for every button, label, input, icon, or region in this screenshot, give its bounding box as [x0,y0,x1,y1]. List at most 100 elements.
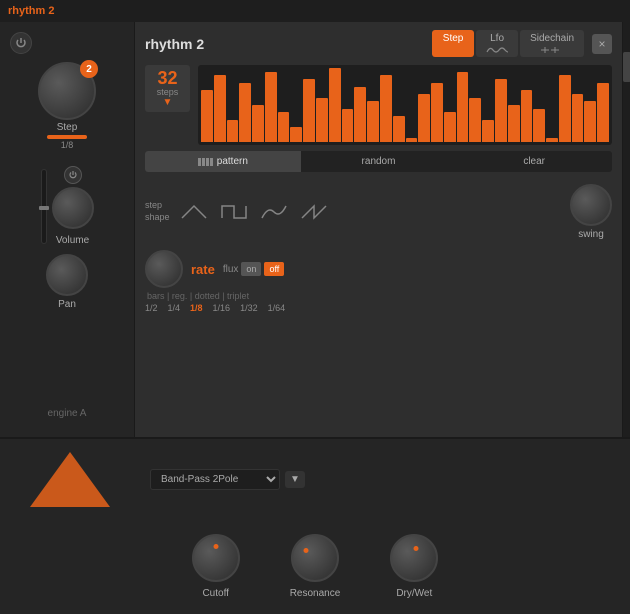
pan-knob[interactable] [46,254,88,296]
drywet-group: Dry/Wet [390,534,438,599]
pan-label: Pan [58,299,76,310]
resonance-group: Resonance [290,534,341,599]
rate-value-1-4[interactable]: 1/4 [168,303,181,313]
cutoff-group: Cutoff [192,534,240,599]
flux-on-button[interactable]: on [241,262,261,276]
filter-select[interactable]: Band-Pass 2Pole [150,469,280,490]
bar-14[interactable] [380,75,392,142]
rate-value-1-32[interactable]: 1/32 [240,303,258,313]
bar-22[interactable] [482,120,494,142]
rhythm-header: rhythm 2 Step Lfo Sidechain [135,22,622,65]
swing-knob-container: swing [570,184,612,240]
bar-28[interactable] [559,75,571,142]
app-title: rhythm 2 [8,5,54,17]
slider-thumb[interactable] [39,206,49,210]
bar-21[interactable] [469,98,481,142]
bar-7[interactable] [290,127,302,142]
bar-0[interactable] [201,90,213,142]
bar-8[interactable] [303,79,315,142]
bar-20[interactable] [457,72,469,142]
bar-13[interactable] [367,101,379,142]
close-button[interactable]: × [592,34,612,54]
bottom-controls: Cutoff Resonance Dry/Wet [0,519,630,614]
tab-step[interactable]: Step [432,30,474,57]
step-tab-bar [442,46,464,50]
pattern-controls: pattern random clear [145,151,612,172]
bar-31[interactable] [597,83,609,142]
rate-label: rate [191,262,215,277]
bar-12[interactable] [354,87,366,143]
bar-10[interactable] [329,68,341,142]
bar-25[interactable] [521,90,533,142]
bottom-section: Band-Pass 2Pole ▼ Cutoff Resonance Dry/W… [0,437,630,614]
bar-23[interactable] [495,79,507,142]
tab-sidechain[interactable]: Sidechain [520,30,584,57]
rate-knob[interactable] [145,250,183,288]
step-knob[interactable]: 2 [38,62,96,120]
bar-29[interactable] [572,94,584,142]
steps-arrows[interactable]: ▼ [163,97,173,108]
drywet-knob[interactable] [390,534,438,582]
bottom-curve-area: Band-Pass 2Pole ▼ [0,439,630,519]
bar-30[interactable] [584,101,596,142]
rate-value-1-2[interactable]: 1/2 [145,303,158,313]
bar-3[interactable] [239,83,251,142]
filter-arrow-button[interactable]: ▼ [285,471,305,488]
bar-6[interactable] [278,112,290,142]
tab-lfo[interactable]: Lfo [476,30,518,57]
pattern-icon [198,158,213,166]
shape-sawtooth-button[interactable] [298,202,330,222]
step-bar [47,135,87,139]
cutoff-knob-dot [213,544,218,549]
scroll-bar-right[interactable] [622,22,630,437]
swing-knob[interactable] [570,184,612,226]
waveform-display [20,447,120,512]
resonance-knob[interactable] [291,534,339,582]
bar-18[interactable] [431,83,443,142]
pattern-button[interactable]: pattern [145,151,301,172]
bar-4[interactable] [252,105,264,142]
random-button[interactable]: random [301,151,457,172]
rate-value-1-8[interactable]: 1/8 [190,303,203,313]
bars-grid[interactable] [198,65,612,145]
rate-value-1-16[interactable]: 1/16 [213,303,231,313]
bar-24[interactable] [508,105,520,142]
step-shape-row: step shape [135,178,622,246]
bar-11[interactable] [342,109,354,142]
bar-15[interactable] [393,116,405,142]
bar-19[interactable] [444,112,456,142]
bar-5[interactable] [265,72,277,142]
clear-button[interactable]: clear [456,151,612,172]
left-sidebar: 2 Step 1/8 Volume Pan [0,22,135,437]
volume-knob[interactable] [52,187,94,229]
shape-sine-button[interactable] [258,202,290,222]
bar-2[interactable] [227,120,239,142]
shape-square-button[interactable] [218,202,250,222]
sidebar-volume-row: Volume [41,166,94,246]
step-sub: 1/8 [61,140,74,150]
tab-sidechain-label: Sidechain [530,33,574,44]
step-shape-label: step shape [145,200,170,223]
knob-badge: 2 [80,60,98,78]
bar-17[interactable] [418,94,430,142]
volume-power-button[interactable] [64,166,82,184]
bar-26[interactable] [533,109,545,142]
bar-9[interactable] [316,98,328,142]
drywet-knob-dot [414,546,419,551]
bar-27[interactable] [546,138,558,142]
power-button[interactable] [10,32,32,54]
flux-off-button[interactable]: off [264,262,284,276]
rate-value-1-64[interactable]: 1/64 [268,303,286,313]
cutoff-knob[interactable] [192,534,240,582]
sequencer-area: 32 steps ▼ [135,65,622,145]
step-knob-container: 2 Step 1/8 [38,62,96,150]
shape-triangle-button[interactable] [178,202,210,222]
bar-1[interactable] [214,75,226,142]
steps-label: steps [157,87,179,97]
scroll-thumb[interactable] [623,52,630,82]
swing-label: swing [578,229,604,240]
vertical-slider[interactable] [41,169,47,244]
bar-16[interactable] [406,138,418,142]
shape-buttons [178,202,330,222]
rate-row: rate flux on off [145,250,612,288]
